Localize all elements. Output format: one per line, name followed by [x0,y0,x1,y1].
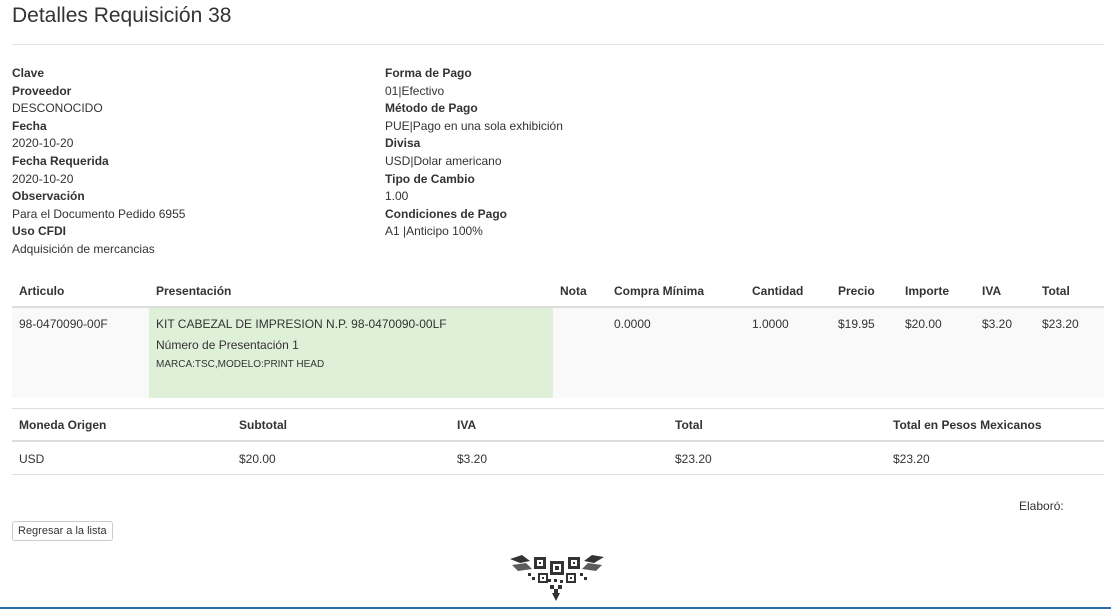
col-nota: Nota [553,277,607,308]
title-divider [12,44,1104,45]
cell-precio: $19.95 [831,307,898,398]
presentation-name: KIT CABEZAL DE IMPRESION N.P. 98-0470090… [156,317,447,331]
label-observacion: Observación [12,189,85,204]
col-subtotal: Subtotal [232,408,450,442]
cell-subtotal: $20.00 [232,441,450,475]
col-compra-minima: Compra Mínima [607,277,745,308]
col-totals-iva: IVA [450,408,668,442]
items-header-row: Articulo Presentación Nota Compra Mínima… [12,277,1104,308]
col-total: Total [1035,277,1104,308]
presentation-attributes: MARCA:TSC,MODELO:PRINT HEAD [156,359,325,370]
cell-total-pesos: $23.20 [886,441,1104,475]
totals-table: Moneda Origen Subtotal IVA Total Total e… [12,408,1104,475]
label-proveedor: Proveedor [12,83,72,98]
page-title: Detalles Requisición 38 [12,4,232,27]
table-row: 98-0470090-00F KIT CABEZAL DE IMPRESION … [12,307,1104,398]
details-left: Clave Proveedor DESCONOCIDO Fecha 2020-1… [12,65,185,259]
back-to-list-button[interactable]: Regresar a la lista [12,521,113,541]
cell-moneda-origen: USD [12,441,232,475]
value-proveedor: DESCONOCIDO [12,101,103,116]
value-divisa: USD|Dolar americano [385,153,502,168]
totals-header-row: Moneda Origen Subtotal IVA Total Total e… [12,408,1104,442]
value-forma-pago: 01|Efectivo [385,83,445,98]
label-forma-pago: Forma de Pago [385,66,472,80]
cell-compra-minima: 0.0000 [607,307,745,398]
label-clave: Clave [12,66,45,80]
cell-total: $23.20 [1035,307,1104,398]
items-table: Articulo Presentación Nota Compra Mínima… [12,277,1104,398]
cell-articulo: 98-0470090-00F [12,307,149,398]
cell-cantidad: 1.0000 [745,307,831,398]
cell-totals-total: $23.20 [668,441,886,475]
value-fecha-requerida: 2020-10-20 [12,171,74,186]
label-fecha: Fecha [12,118,47,133]
cell-presentacion: KIT CABEZAL DE IMPRESION N.P. 98-0470090… [149,307,553,398]
details-right: Forma de Pago 01|Efectivo Método de Pago… [385,65,563,241]
value-fecha: 2020-10-20 [12,136,74,151]
col-moneda-origen: Moneda Origen [12,408,232,442]
col-iva: IVA [975,277,1035,308]
cell-iva: $3.20 [975,307,1035,398]
value-uso-cfdi: Adquisición de mercancias [12,241,155,256]
cell-importe: $20.00 [898,307,975,398]
table-row: USD $20.00 $3.20 $23.20 $23.20 [12,441,1104,475]
label-fecha-requerida: Fecha Requerida [12,153,109,168]
col-total-pesos: Total en Pesos Mexicanos [886,408,1104,442]
col-importe: Importe [898,277,975,308]
label-uso-cfdi: Uso CFDI [12,224,66,239]
cell-totals-iva: $3.20 [450,441,668,475]
col-precio: Precio [831,277,898,308]
label-tipo-cambio: Tipo de Cambio [385,171,475,186]
qr-seal-icon [510,555,604,601]
col-presentacion: Presentación [149,277,553,308]
label-condiciones-pago: Condiciones de Pago [385,206,508,221]
value-tipo-cambio: 1.00 [385,189,409,204]
col-totals-total: Total [668,408,886,442]
label-divisa: Divisa [385,136,421,151]
presentation-number: Número de Presentación 1 [156,338,299,352]
col-cantidad: Cantidad [745,277,831,308]
value-observacion: Para el Documento Pedido 6955 [12,206,186,221]
label-metodo-pago: Método de Pago [385,101,478,116]
elaboro-label: Elaboró: [1019,499,1064,513]
cell-nota [553,307,607,398]
col-articulo: Articulo [12,277,149,308]
value-condiciones-pago: A1 |Anticipo 100% [385,224,483,239]
value-metodo-pago: PUE|Pago en una sola exhibición [385,118,563,133]
